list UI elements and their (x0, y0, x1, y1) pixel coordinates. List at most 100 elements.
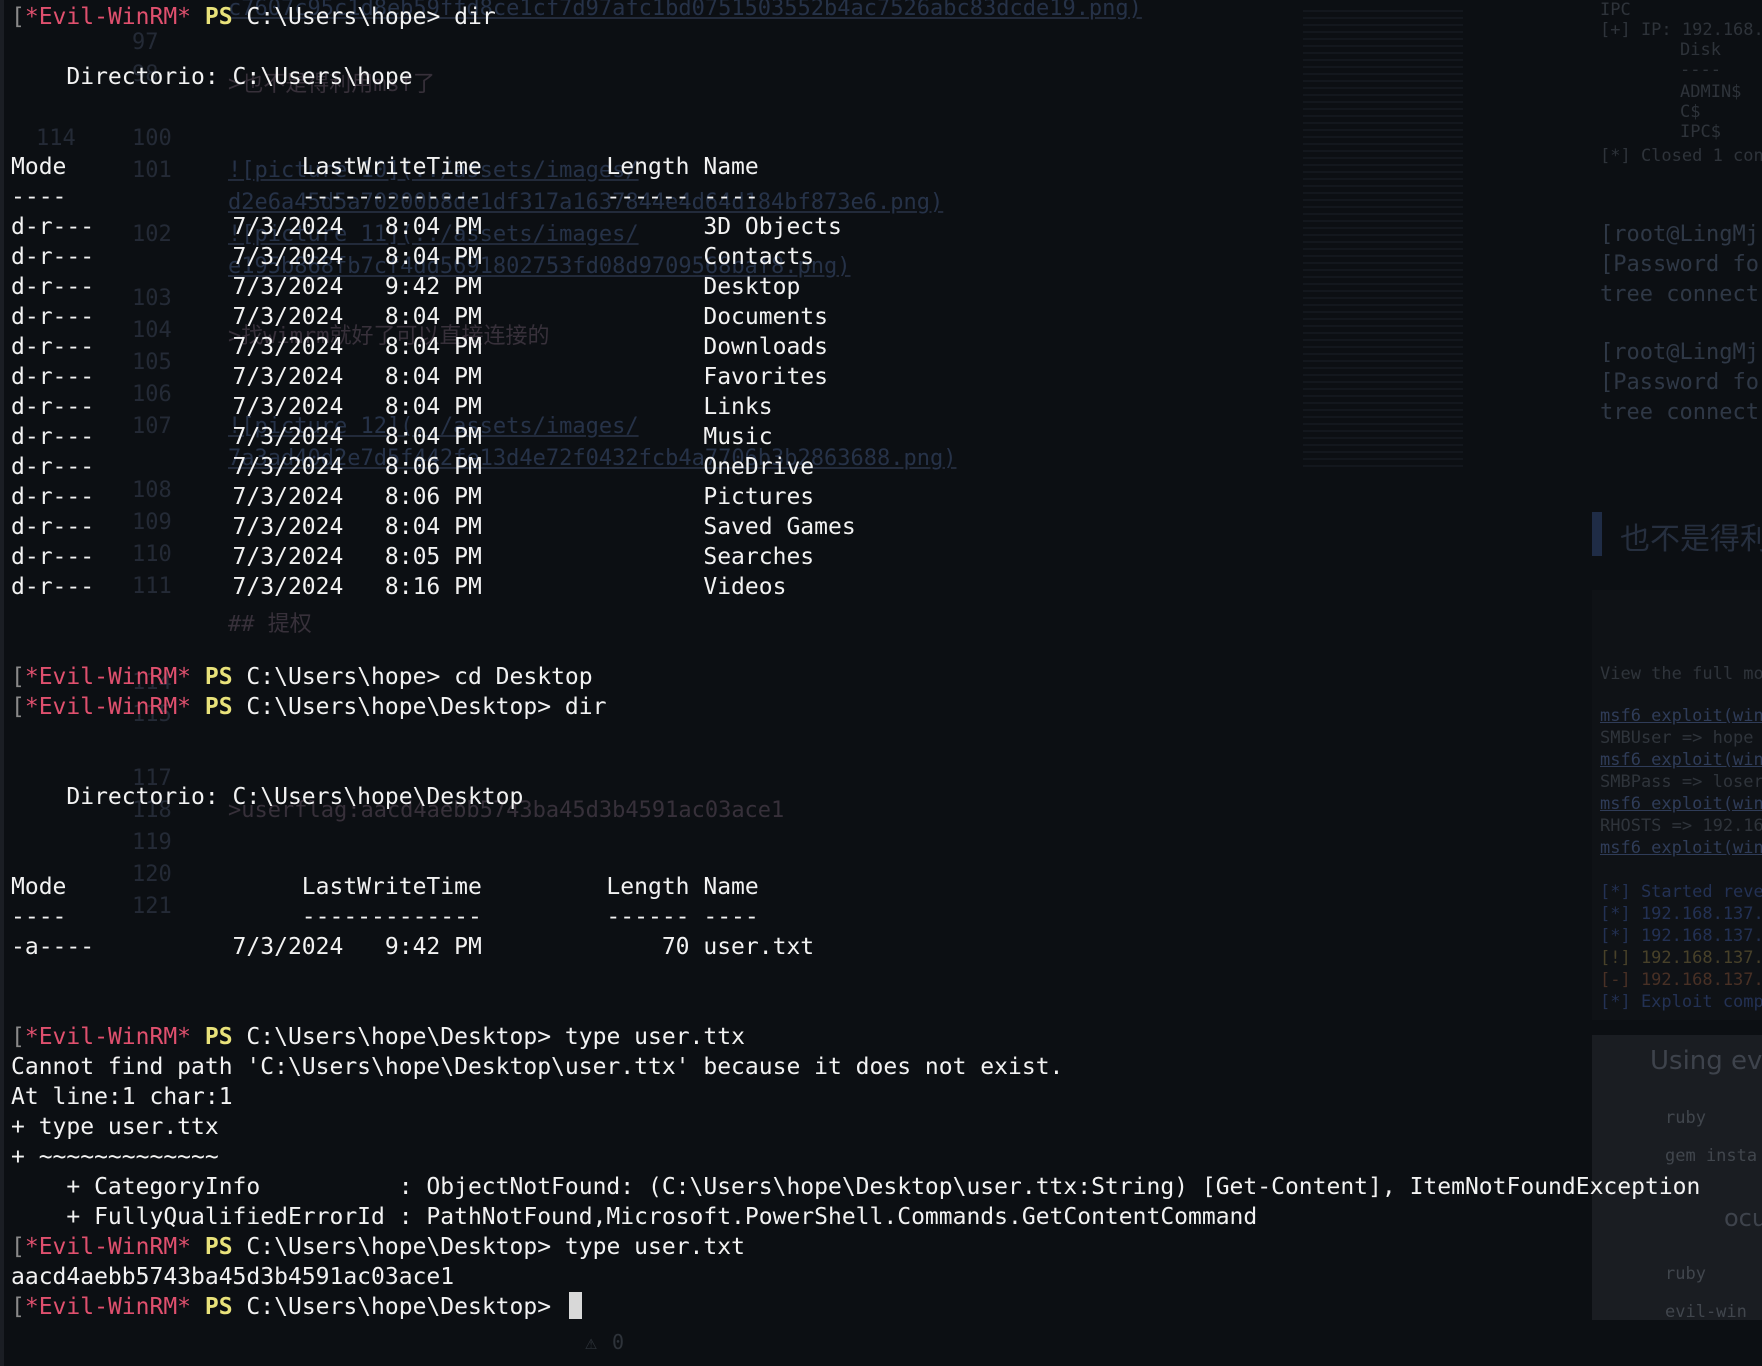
output-line: d-r--- 7/3/2024 8:06 PM Pictures (11, 484, 815, 510)
prompt-bracket: [ (11, 4, 25, 30)
output-line: d-r--- 7/3/2024 8:04 PM Downloads (11, 334, 828, 360)
prompt-bracket: [ (11, 694, 25, 720)
output-line: Directorio: C:\Users\hope\Desktop (11, 784, 524, 810)
output-line: + FullyQualifiedErrorId : PathNotFound,M… (11, 1204, 1258, 1230)
ps-label: PS (191, 1024, 233, 1050)
side-terminal-card (1592, 590, 1762, 1020)
side-line: SMBPass => loser (1600, 772, 1762, 792)
prompt-line: [*Evil-WinRM* PS C:\Users\hope> cd Deskt… (11, 662, 593, 692)
side-line: [root@LingMj: (1600, 340, 1762, 365)
ps-label: PS (191, 4, 233, 30)
side-line: tree connect (1600, 282, 1759, 307)
output-line: d-r--- 7/3/2024 8:05 PM Searches (11, 544, 815, 570)
prompt-bracket: [ (11, 1294, 25, 1320)
prompt-bracket: [ (11, 664, 25, 690)
output-line: aacd4aebb5743ba45d3b4591ac03ace1 (11, 1264, 455, 1290)
prompt-bracket: [ (11, 1024, 25, 1050)
prompt-line: [*Evil-WinRM* PS C:\Users\hope\Desktop> … (11, 1232, 745, 1262)
output-line: Mode LastWriteTime Length Name (11, 874, 759, 900)
command-text (551, 1294, 565, 1320)
text-cursor[interactable] (568, 1292, 582, 1319)
side-line: ADMIN$ (1680, 82, 1742, 102)
terminal-output[interactable]: [*Evil-WinRM* PS C:\Users\hope> dir Dire… (4, 0, 1700, 1366)
side-line: [*] 192.168.137. (1600, 904, 1762, 924)
output-line: d-r--- 7/3/2024 8:04 PM Music (11, 424, 773, 450)
side-line: [root@LingMj: (1600, 222, 1762, 247)
output-line: + ~~~~~~~~~~~~~ (11, 1144, 219, 1170)
side-doc-line: ruby (1665, 1108, 1706, 1128)
output-line: d-r--- 7/3/2024 8:06 PM OneDrive (11, 454, 815, 480)
prompt-bracket: [ (11, 1234, 25, 1260)
shell-name: *Evil-WinRM* (24, 1024, 192, 1050)
command-text: dir (440, 4, 496, 30)
output-line: + CategoryInfo : ObjectNotFound: (C:\Use… (11, 1174, 1701, 1200)
side-line: [*] Closed 1 conn (1600, 146, 1762, 166)
prompt-line: [*Evil-WinRM* PS C:\Users\hope> dir (11, 2, 496, 32)
side-line: [*] 192.168.137. (1600, 926, 1762, 946)
shell-name: *Evil-WinRM* (24, 694, 192, 720)
output-line: d-r--- 7/3/2024 8:04 PM Favorites (11, 364, 828, 390)
side-line: msf6 exploit(win (1600, 794, 1762, 814)
prompt-path: C:\Users\hope> (232, 4, 441, 30)
side-line: [*] Started reve (1600, 882, 1762, 902)
output-line: d-r--- 7/3/2024 8:04 PM Documents (11, 304, 828, 330)
output-line: At line:1 char:1 (11, 1084, 233, 1110)
side-line: [Password for (1600, 252, 1762, 277)
output-line: d-r--- 7/3/2024 9:42 PM Desktop (11, 274, 801, 300)
output-line: Directorio: C:\Users\hope (11, 64, 413, 90)
output-line: d-r--- 7/3/2024 8:04 PM 3D Objects (11, 214, 842, 240)
prompt-path: C:\Users\hope\Desktop> (232, 1024, 552, 1050)
side-line: RHOSTS => 192.16 (1600, 816, 1762, 836)
command-text: type user.txt (551, 1234, 745, 1260)
shell-name: *Evil-WinRM* (24, 4, 192, 30)
side-line: [!] 192.168.137. (1600, 948, 1762, 968)
output-line: d-r--- 7/3/2024 8:04 PM Saved Games (11, 514, 856, 540)
output-line: d-r--- 7/3/2024 8:04 PM Contacts (11, 244, 815, 270)
side-line: ---- (1680, 60, 1721, 80)
ps-label: PS (191, 1294, 233, 1320)
side-doc-heading: ocu (1724, 1204, 1762, 1232)
prompt-path: C:\Users\hope> (232, 664, 441, 690)
output-line: Mode LastWriteTime Length Name (11, 154, 759, 180)
side-line: IPC (1600, 0, 1631, 20)
prompt-line: [*Evil-WinRM* PS C:\Users\hope\Desktop> (11, 1292, 582, 1322)
command-text: dir (551, 694, 607, 720)
ps-label: PS (191, 1234, 233, 1260)
side-line: [Password for (1600, 370, 1762, 395)
command-text: cd Desktop (440, 664, 593, 690)
side-line: msf6 exploit(win (1600, 838, 1762, 858)
output-line: ---- ------------- ------ ---- (11, 184, 759, 210)
side-line: msf6 exploit(win (1600, 750, 1762, 770)
prompt-line: [*Evil-WinRM* PS C:\Users\hope\Desktop> … (11, 692, 606, 722)
side-heading: 也不是得利 (1620, 522, 1762, 557)
prompt-path: C:\Users\hope\Desktop> (232, 1234, 552, 1260)
ps-label: PS (191, 694, 233, 720)
output-line: Cannot find path 'C:\Users\hope\Desktop\… (11, 1054, 1064, 1080)
prompt-path: C:\Users\hope\Desktop> (232, 1294, 552, 1320)
output-line: -a---- 7/3/2024 9:42 PM 70 user.txt (11, 934, 815, 960)
side-line: [*] Exploit comp (1600, 992, 1762, 1012)
side-line: msf6 exploit(win (1600, 706, 1762, 726)
side-doc-line: evil-win (1665, 1302, 1747, 1322)
side-line: View the full mo (1600, 664, 1762, 684)
shell-name: *Evil-WinRM* (24, 1294, 192, 1320)
prompt-path: C:\Users\hope\Desktop> (232, 694, 552, 720)
output-line: d-r--- 7/3/2024 8:16 PM Videos (11, 574, 787, 600)
ps-label: PS (191, 664, 233, 690)
side-line: [+] IP: 192.168. (1600, 20, 1762, 40)
side-line: IPC$ (1680, 122, 1721, 142)
prompt-line: [*Evil-WinRM* PS C:\Users\hope\Desktop> … (11, 1022, 745, 1052)
output-line: d-r--- 7/3/2024 8:04 PM Links (11, 394, 773, 420)
output-line: ---- ------------- ------ ---- (11, 904, 759, 930)
side-doc-line: gem insta (1665, 1146, 1758, 1166)
shell-name: *Evil-WinRM* (24, 1234, 192, 1260)
side-doc-heading: Using evi (1650, 1046, 1762, 1076)
side-line: tree connect (1600, 400, 1759, 425)
shell-name: *Evil-WinRM* (24, 664, 192, 690)
command-text: type user.ttx (551, 1024, 745, 1050)
side-doc-line: ruby (1665, 1264, 1706, 1284)
side-line: C$ (1680, 102, 1701, 122)
side-line: [-] 192.168.137. (1600, 970, 1762, 990)
side-line: Disk (1680, 40, 1721, 60)
output-line: + type user.ttx (11, 1114, 219, 1140)
